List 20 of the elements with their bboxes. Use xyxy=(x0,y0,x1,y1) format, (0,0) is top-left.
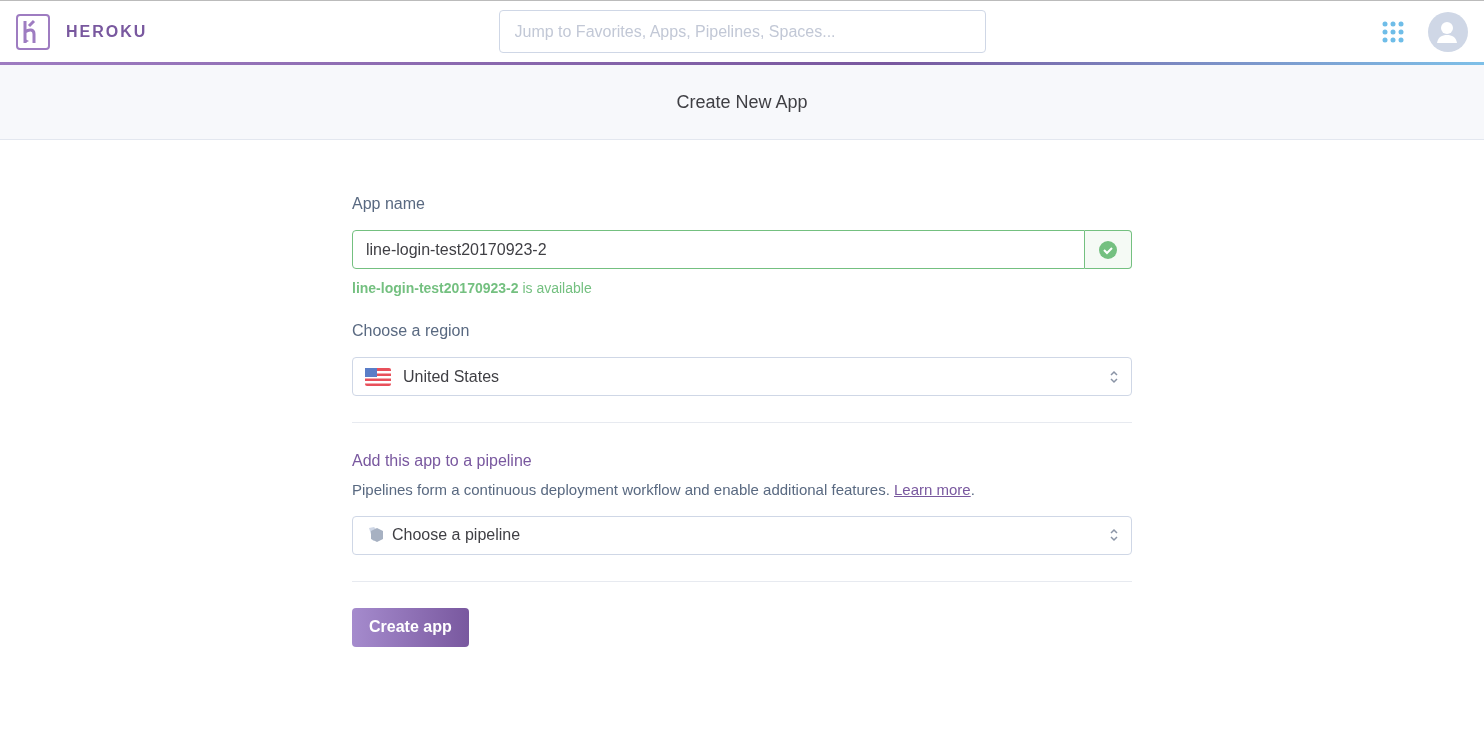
check-icon xyxy=(1099,240,1117,259)
logo-icon[interactable] xyxy=(16,13,50,50)
search-field[interactable]: Jump to Favorites, Apps, Pipelines, Spaces... xyxy=(498,10,986,53)
field-label: App name xyxy=(352,194,426,214)
create-app-button[interactable]: Create app xyxy=(352,607,469,647)
brand-name: HEROKU xyxy=(66,21,148,42)
section-heading: Add this app to a pipeline xyxy=(352,451,533,471)
page-title: Create New App xyxy=(676,90,808,114)
pipeline-select[interactable]: Choose a pipeline xyxy=(352,515,1132,555)
avatar-icon[interactable] xyxy=(1428,11,1468,52)
chevron-updown-icon xyxy=(1109,528,1119,542)
flag-icon xyxy=(365,367,391,386)
availability-message: line-login-test20170923-2 is available xyxy=(352,279,593,298)
app-name-field[interactable]: line-login-test20170923-2 xyxy=(352,230,1085,269)
pipeline-description: Pipelines form a continuous deployment workflow and enable additional features. Learn more. xyxy=(352,480,976,500)
field-label: Choose a region xyxy=(352,321,471,341)
learn-more-link[interactable]: Learn more xyxy=(894,481,971,498)
region-select[interactable]: United States xyxy=(352,357,1132,396)
apps-grid-icon[interactable] xyxy=(1382,20,1404,43)
chevron-updown-icon xyxy=(1109,369,1119,384)
